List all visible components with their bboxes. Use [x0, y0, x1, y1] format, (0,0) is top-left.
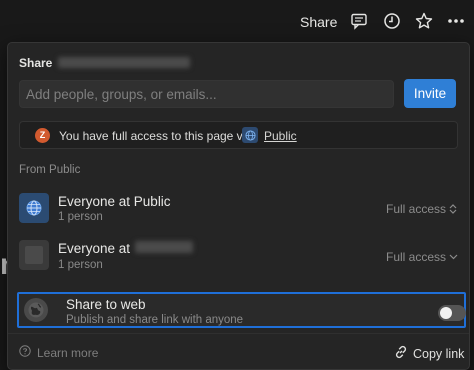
divider [8, 333, 469, 334]
globe-icon [242, 127, 258, 143]
comment-icon[interactable] [350, 12, 368, 30]
web-globe-icon [24, 298, 48, 322]
learn-more-label: Learn more [37, 345, 99, 360]
panel-title: Share [19, 56, 53, 70]
avatar: Z [35, 128, 50, 143]
globe-icon [19, 193, 49, 223]
row-title: Everyone at Public [58, 194, 171, 209]
link-icon [394, 345, 408, 362]
share-panel: Share Add people, groups, or emails... I… [7, 42, 470, 370]
redacted-page-name [58, 57, 190, 68]
chevron-down-icon [449, 250, 458, 264]
share-to-web-row[interactable]: Share to web Publish and share link with… [17, 292, 466, 328]
public-link[interactable]: Public [264, 129, 297, 143]
access-dropdown-label: Full access [386, 250, 447, 264]
invite-button[interactable]: Invite [404, 79, 456, 108]
row-title: Everyone at [58, 241, 131, 256]
access-notice-text: You have full access to this page via [59, 129, 253, 143]
add-people-input[interactable]: Add people, groups, or emails... [19, 80, 394, 108]
row-subtitle: 1 person [58, 259, 103, 271]
share-button[interactable]: Share [300, 14, 337, 30]
section-label: From Public [19, 164, 81, 176]
access-dropdown-label: Full access [386, 202, 447, 216]
workspace-icon [19, 240, 49, 270]
share-to-web-toggle[interactable] [438, 305, 466, 321]
more-icon[interactable] [447, 12, 465, 30]
help-icon [19, 345, 31, 360]
access-dropdown[interactable]: Full access [386, 250, 458, 264]
row-subtitle: 1 person [58, 211, 103, 223]
copy-link-label: Copy link [413, 346, 465, 361]
history-icon[interactable] [383, 12, 401, 30]
access-dropdown[interactable]: Full access [386, 202, 457, 216]
learn-more-link[interactable]: Learn more [19, 345, 98, 360]
star-icon[interactable] [415, 12, 433, 30]
access-notice: Z You have full access to this page via … [19, 121, 458, 149]
redacted-workspace-name [135, 241, 193, 253]
toggle-knob [440, 307, 452, 319]
share-to-web-subtitle: Publish and share link with anyone [66, 314, 244, 326]
copy-link-button[interactable]: Copy link [394, 345, 464, 362]
top-bar: Share [0, 0, 474, 42]
share-to-web-title: Share to web [66, 297, 146, 312]
chevron-updown-icon [449, 202, 457, 216]
